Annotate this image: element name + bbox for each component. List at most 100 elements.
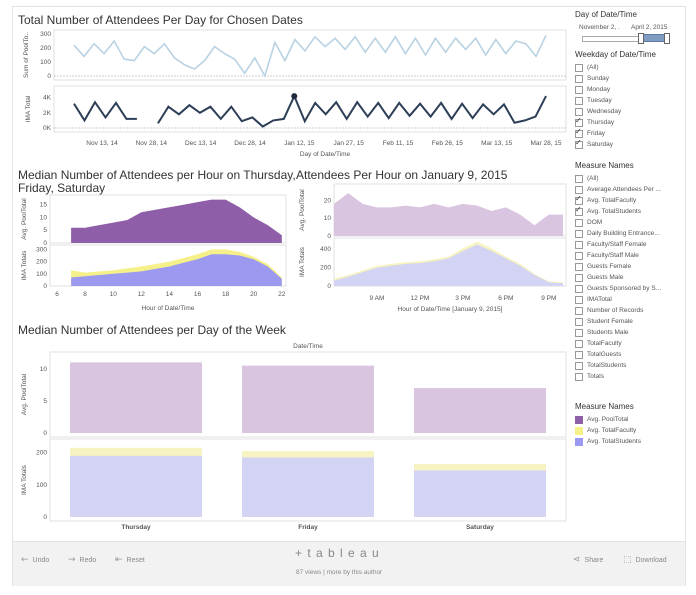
c1-panel-1-ytick-0: 4K bbox=[43, 95, 52, 102]
c1-panel-1-series-line[interactable] bbox=[73, 93, 547, 128]
measure-option[interactable]: Daily Building Entrance... bbox=[575, 228, 685, 239]
download-button[interactable]: ⬚ Download bbox=[623, 555, 667, 565]
measure-option[interactable]: Guests Sponsored by S... bbox=[575, 283, 685, 294]
measure-option[interactable]: TotalGuests bbox=[575, 349, 685, 360]
view-count[interactable]: 87 views | more by this author bbox=[296, 569, 382, 576]
date-end[interactable]: April 2, 2015 bbox=[631, 24, 668, 31]
measure-checkbox[interactable] bbox=[575, 240, 583, 249]
date-start[interactable]: November 2, . bbox=[579, 24, 620, 31]
daily-attendees-chart[interactable]: 300 200 100 0 Sum of PoolTo.. 4K 2K 0K IMA Total… bbox=[14, 28, 570, 163]
measure-checkbox[interactable] bbox=[575, 273, 583, 282]
date-slider-end-handle[interactable] bbox=[664, 33, 670, 44]
weekday-checkbox[interactable] bbox=[575, 96, 583, 105]
share-icon: ⋖ bbox=[573, 555, 581, 565]
weekday-option[interactable]: Thursday bbox=[575, 117, 685, 128]
redo-button[interactable]: → Redo bbox=[68, 555, 96, 565]
c2-panel-1-area-avg-totalstudents[interactable] bbox=[71, 254, 282, 286]
c4-panel-0-bar-avg-pooltotal-friday[interactable] bbox=[242, 365, 374, 433]
c2-panel-0-ytick-0: 15 bbox=[40, 202, 48, 209]
weekday-checkbox[interactable] bbox=[575, 63, 583, 72]
c4-panel-1-bar-avg-totalstudents-friday[interactable] bbox=[242, 457, 374, 517]
measure-checkbox[interactable] bbox=[575, 317, 583, 326]
measure-checkbox[interactable] bbox=[575, 195, 583, 205]
date-filter-title: Day of Date/Time bbox=[575, 10, 637, 19]
measure-checkbox[interactable] bbox=[575, 350, 583, 359]
measure-option[interactable]: Guests Female bbox=[575, 261, 685, 272]
measure-checkbox[interactable] bbox=[575, 284, 583, 293]
legend-item[interactable]: Avg. TotalFaculty bbox=[575, 425, 685, 436]
weekday-option[interactable]: Sunday bbox=[575, 73, 685, 84]
measure-checkbox[interactable] bbox=[575, 361, 583, 370]
weekday-option[interactable]: Saturday bbox=[575, 139, 685, 150]
c1-panel-0-series-line[interactable] bbox=[73, 35, 547, 79]
measure-option[interactable]: Faculty/Staff Female bbox=[575, 239, 685, 250]
c1-panel-0-ylabel: Sum of PoolTo.. bbox=[23, 32, 30, 78]
undo-button[interactable]: ← Undo bbox=[21, 555, 49, 565]
jan9-hourly-chart[interactable]: 20 10 0 Avg. PoolTotal 400 200 0 IMA Totals 9 AM… bbox=[292, 180, 570, 318]
measure-option[interactable]: Student Female bbox=[575, 316, 685, 327]
weekday-checkbox[interactable] bbox=[575, 128, 583, 138]
weekday-median-chart[interactable]: Date/Time 10 5 0 Avg. PoolTotal 200 100 0 IMA To… bbox=[14, 336, 570, 536]
weekday-checkbox[interactable] bbox=[575, 139, 583, 149]
measure-checkbox[interactable] bbox=[575, 339, 583, 348]
weekday-checkbox[interactable] bbox=[575, 74, 583, 83]
measure-option[interactable]: Guests Male bbox=[575, 272, 685, 283]
weekday-checkbox[interactable] bbox=[575, 85, 583, 94]
c1-selected-mark[interactable] bbox=[291, 93, 298, 100]
date-range-filter[interactable]: November 2, . April 2, 2015 bbox=[575, 22, 685, 48]
hourly-median-chart[interactable]: 151050Avg. PoolTotal3002001000IMA Totals… bbox=[14, 193, 290, 318]
weekday-option[interactable]: Monday bbox=[575, 84, 685, 95]
measure-option[interactable]: Avg. TotalStudents bbox=[575, 206, 685, 217]
date-slider-start-handle[interactable] bbox=[638, 33, 644, 44]
measure-checkbox[interactable] bbox=[575, 229, 583, 238]
share-button[interactable]: ⋖ Share bbox=[573, 555, 603, 565]
measure-checkbox[interactable] bbox=[575, 185, 583, 194]
tableau-logo[interactable]: + t a b l e a u bbox=[295, 546, 380, 560]
c2-panel-1-ylabel: IMA Totals bbox=[21, 250, 28, 281]
measure-checkbox[interactable] bbox=[575, 262, 583, 271]
reset-button[interactable]: ⇤ Reset bbox=[115, 555, 145, 565]
measure-option[interactable]: DOM bbox=[575, 217, 685, 228]
measure-option[interactable]: Number of Records bbox=[575, 305, 685, 316]
weekday-option[interactable]: (All) bbox=[575, 62, 685, 73]
measure-checkbox[interactable] bbox=[575, 174, 583, 183]
measure-checkbox[interactable] bbox=[575, 295, 583, 304]
legend-item[interactable]: Avg. TotalStudents bbox=[575, 436, 685, 447]
c4-panel-0-bar-avg-pooltotal-saturday[interactable] bbox=[414, 388, 546, 433]
measure-option[interactable]: Average Attendees Per ... bbox=[575, 184, 685, 195]
legend-label: Avg. TotalFaculty bbox=[587, 427, 637, 434]
measure-option[interactable]: IMATotal bbox=[575, 294, 685, 305]
weekday-label: Monday bbox=[587, 86, 611, 93]
c3-panel-1-area-avg-totalstudents[interactable] bbox=[334, 244, 564, 286]
measure-checkbox[interactable] bbox=[575, 306, 583, 315]
c4-panel-0-bar-avg-pooltotal-thursday[interactable] bbox=[70, 362, 202, 433]
measure-checkbox[interactable] bbox=[575, 206, 583, 216]
measure-checkbox[interactable] bbox=[575, 372, 583, 381]
c4-panel-0-ytick-0: 10 bbox=[40, 366, 48, 373]
c4-panel-1-ytick-2: 0 bbox=[43, 514, 47, 521]
measure-option[interactable]: Faculty/Staff Male bbox=[575, 250, 685, 261]
measure-label: (All) bbox=[587, 175, 599, 182]
weekday-option[interactable]: Friday bbox=[575, 128, 685, 139]
c2-panel-1-ytick-0: 300 bbox=[36, 246, 47, 253]
measure-checkbox[interactable] bbox=[575, 251, 583, 260]
measure-option[interactable]: TotalStudents bbox=[575, 360, 685, 371]
measure-option[interactable]: (All) bbox=[575, 173, 685, 184]
c1-xtick-8: Mar 13, 15 bbox=[481, 140, 512, 147]
weekday-option[interactable]: Wednesday bbox=[575, 106, 685, 117]
c2-panel-0-area-avg-pooltotal[interactable] bbox=[71, 199, 282, 243]
measure-option[interactable]: Avg. TotalFaculty bbox=[575, 195, 685, 206]
c4-panel-1-bar-avg-totalstudents-thursday[interactable] bbox=[70, 455, 202, 517]
weekday-checkbox[interactable] bbox=[575, 117, 583, 127]
c4-panel-1-bar-avg-totalstudents-saturday[interactable] bbox=[414, 470, 546, 517]
legend-item[interactable]: Avg. PoolTotal bbox=[575, 414, 685, 425]
measure-option[interactable]: Totals bbox=[575, 371, 685, 382]
measure-option[interactable]: TotalFaculty bbox=[575, 338, 685, 349]
weekday-option[interactable]: Tuesday bbox=[575, 95, 685, 106]
measure-checkbox[interactable] bbox=[575, 328, 583, 337]
c3-panel-1-ytick-2: 0 bbox=[327, 283, 331, 290]
measure-option[interactable]: Students Male bbox=[575, 327, 685, 338]
weekday-checkbox[interactable] bbox=[575, 107, 583, 116]
measure-checkbox[interactable] bbox=[575, 218, 583, 227]
c3-panel-0-area-avg-pooltotal[interactable] bbox=[334, 193, 564, 236]
